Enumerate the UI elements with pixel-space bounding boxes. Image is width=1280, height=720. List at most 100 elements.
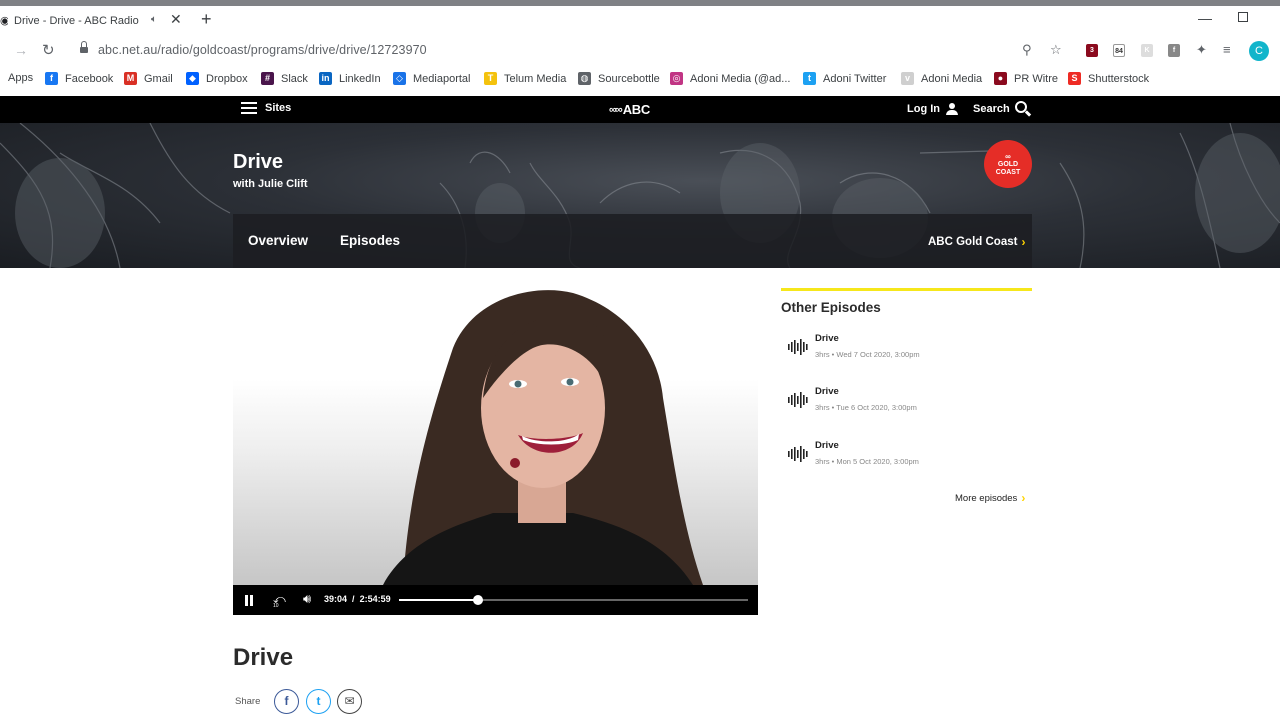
bookmark-slack[interactable]: # Slack [261,72,308,85]
bookmark-telum-media[interactable]: T Telum Media [484,72,566,85]
facebook-share-button[interactable]: f [274,689,299,714]
more-episodes-link[interactable]: More episodes › [955,491,1025,505]
bookmark-adoni-media[interactable]: v Adoni Media [901,72,982,85]
bookmark-label: LinkedIn [339,72,381,85]
browser-toolbar: → ↻ abc.net.au/radio/goldcoast/programs/… [0,36,1280,66]
station-link-label: ABC Gold Coast [928,236,1018,248]
tab-overview[interactable]: Overview [248,233,308,248]
extension-84-icon[interactable]: 84 [1113,44,1125,57]
bookmark-sourcebottle[interactable]: ◍ Sourcebottle [578,72,660,85]
facebook-icon: f [45,72,58,85]
bookmark-label: Shutterstock [1088,72,1150,85]
bookmark-facebook[interactable]: f Facebook [45,72,113,85]
linkedin-icon: in [319,72,332,85]
extensions-puzzle-icon[interactable]: ✦ [1196,43,1207,57]
scrub-handle[interactable] [473,595,484,605]
badge-line2: COAST [995,169,1021,176]
sites-menu-button[interactable]: Sites [241,102,291,114]
bookmark-label: PR Witre [1014,72,1058,85]
search-icon [1014,101,1031,117]
twitter-share-button[interactable]: t [306,689,331,714]
speaker-icon[interactable]: 🔈︎ [151,14,157,25]
bookmark-label: Facebook [65,72,114,85]
zoom-search-icon[interactable]: ⚲ [1022,43,1032,57]
bookmark-label: Adoni Twitter [823,72,887,85]
gmail-icon: M [124,72,137,85]
browser-tab[interactable]: ◉ Drive - Drive - ABC Radio 🔈︎ ✕ [0,6,192,36]
bookmark-adoni-media-ad[interactable]: ◎ Adoni Media (@ad... [670,72,790,85]
video-player[interactable]: ⤺ 10 🔊︎ 39:04 / 2:54:59 [233,288,758,615]
twitter-icon: t [316,694,321,708]
bookmark-label: Telum Media [504,72,567,85]
episode-item[interactable]: Drive 3hrs • Tue 6 Oct 2020, 3:00pm [787,386,1032,426]
audio-wave-icon [788,392,808,408]
bookmark-label: Sourcebottle [598,72,660,85]
episode-meta: 3hrs • Wed 7 Oct 2020, 3:00pm [815,350,920,359]
bookmark-label: Adoni Media (@ad... [690,72,791,85]
rewind-10-icon[interactable]: ⤺ 10 [273,593,286,609]
login-button[interactable]: Log In [907,103,958,115]
presenter-video-frame [383,290,703,585]
dropbox-icon: ◆ [186,72,199,85]
bookmark-label: Apps [8,72,34,84]
extension-badge-icon[interactable]: 3 [1086,44,1098,57]
progress-fill [399,599,479,601]
adoni-icon: v [901,72,914,85]
episode-title: Drive [815,386,839,397]
abc-logo[interactable]: ∞∞ ABC [609,102,650,117]
address-bar[interactable]: abc.net.au/radio/goldcoast/programs/driv… [98,43,427,57]
new-tab-button[interactable]: + [201,10,212,28]
bookmark-label: Adoni Media [921,72,983,85]
episode-meta: 3hrs • Tue 6 Oct 2020, 3:00pm [815,403,917,412]
more-episodes-label: More episodes [955,492,1018,504]
player-controls: ⤺ 10 🔊︎ 39:04 / 2:54:59 [233,585,758,615]
progress-track[interactable] [399,595,748,605]
telum-icon: T [484,72,497,85]
bookmark-dropbox[interactable]: ◆ Dropbox [186,72,248,85]
search-label: Search [973,103,1010,115]
forward-arrow-icon[interactable]: → [14,42,28,58]
chevron-right-icon: › [1021,235,1026,249]
email-icon: ✉ [344,694,355,708]
bookmark-shutterstock[interactable]: S Shutterstock [1068,72,1149,85]
audio-wave-icon [788,339,808,355]
bookmark-adoni-twitter[interactable]: t Adoni Twitter [803,72,886,85]
episode-item[interactable]: Drive 3hrs • Wed 7 Oct 2020, 3:00pm [787,333,1032,373]
program-subnav: Overview Episodes ABC Gold Coast › [233,214,1032,268]
tab-title: Drive - Drive - ABC Radio [14,15,139,27]
program-banner: Drive with Julie Clift ∞ GOLD COAST Over… [0,123,1280,268]
extension-k-icon[interactable]: K [1141,44,1153,57]
globe-icon: ◍ [578,72,591,85]
volume-icon[interactable]: 🔊︎ [303,592,311,606]
profile-avatar[interactable]: C [1249,41,1269,61]
episode-title: Drive [815,333,839,344]
restore-button[interactable] [1238,12,1248,22]
search-button[interactable]: Search [973,101,1031,117]
reload-icon[interactable]: ↻ [42,41,55,59]
bookmark-star-icon[interactable]: ☆ [1050,43,1062,57]
bookmark-gmail[interactable]: M Gmail [124,72,173,85]
extension-facebook-icon[interactable]: f [1168,44,1180,57]
station-badge[interactable]: ∞ GOLD COAST [984,140,1032,188]
station-link[interactable]: ABC Gold Coast › [928,235,1025,249]
close-tab-icon[interactable]: ✕ [170,11,182,27]
bookmark-linkedin[interactable]: in LinkedIn [319,72,381,85]
bookmark-label: Mediaportal [413,72,471,85]
pause-icon[interactable] [245,595,253,606]
facebook-icon: f [284,694,289,708]
minimize-button[interactable]: — [1198,10,1212,26]
bookmark-pr-witre[interactable]: ● PR Witre [994,72,1058,85]
audio-wave-icon [788,446,808,462]
twitter-icon: t [803,72,816,85]
episode-item[interactable]: Drive 3hrs • Mon 5 Oct 2020, 3:00pm [787,440,1032,480]
lock-icon[interactable] [80,41,88,54]
email-share-button[interactable]: ✉ [337,689,362,714]
hamburger-icon [241,102,257,114]
instagram-icon: ◎ [670,72,683,85]
tab-episodes[interactable]: Episodes [340,233,400,248]
abc-lissajous-icon: ∞ [1005,152,1011,161]
bookmark-apps[interactable]: Apps [8,72,33,84]
sites-label: Sites [265,102,292,114]
bookmark-mediaportal[interactable]: ◇ Mediaportal [393,72,470,85]
reading-list-icon[interactable]: ≡ [1223,43,1231,57]
